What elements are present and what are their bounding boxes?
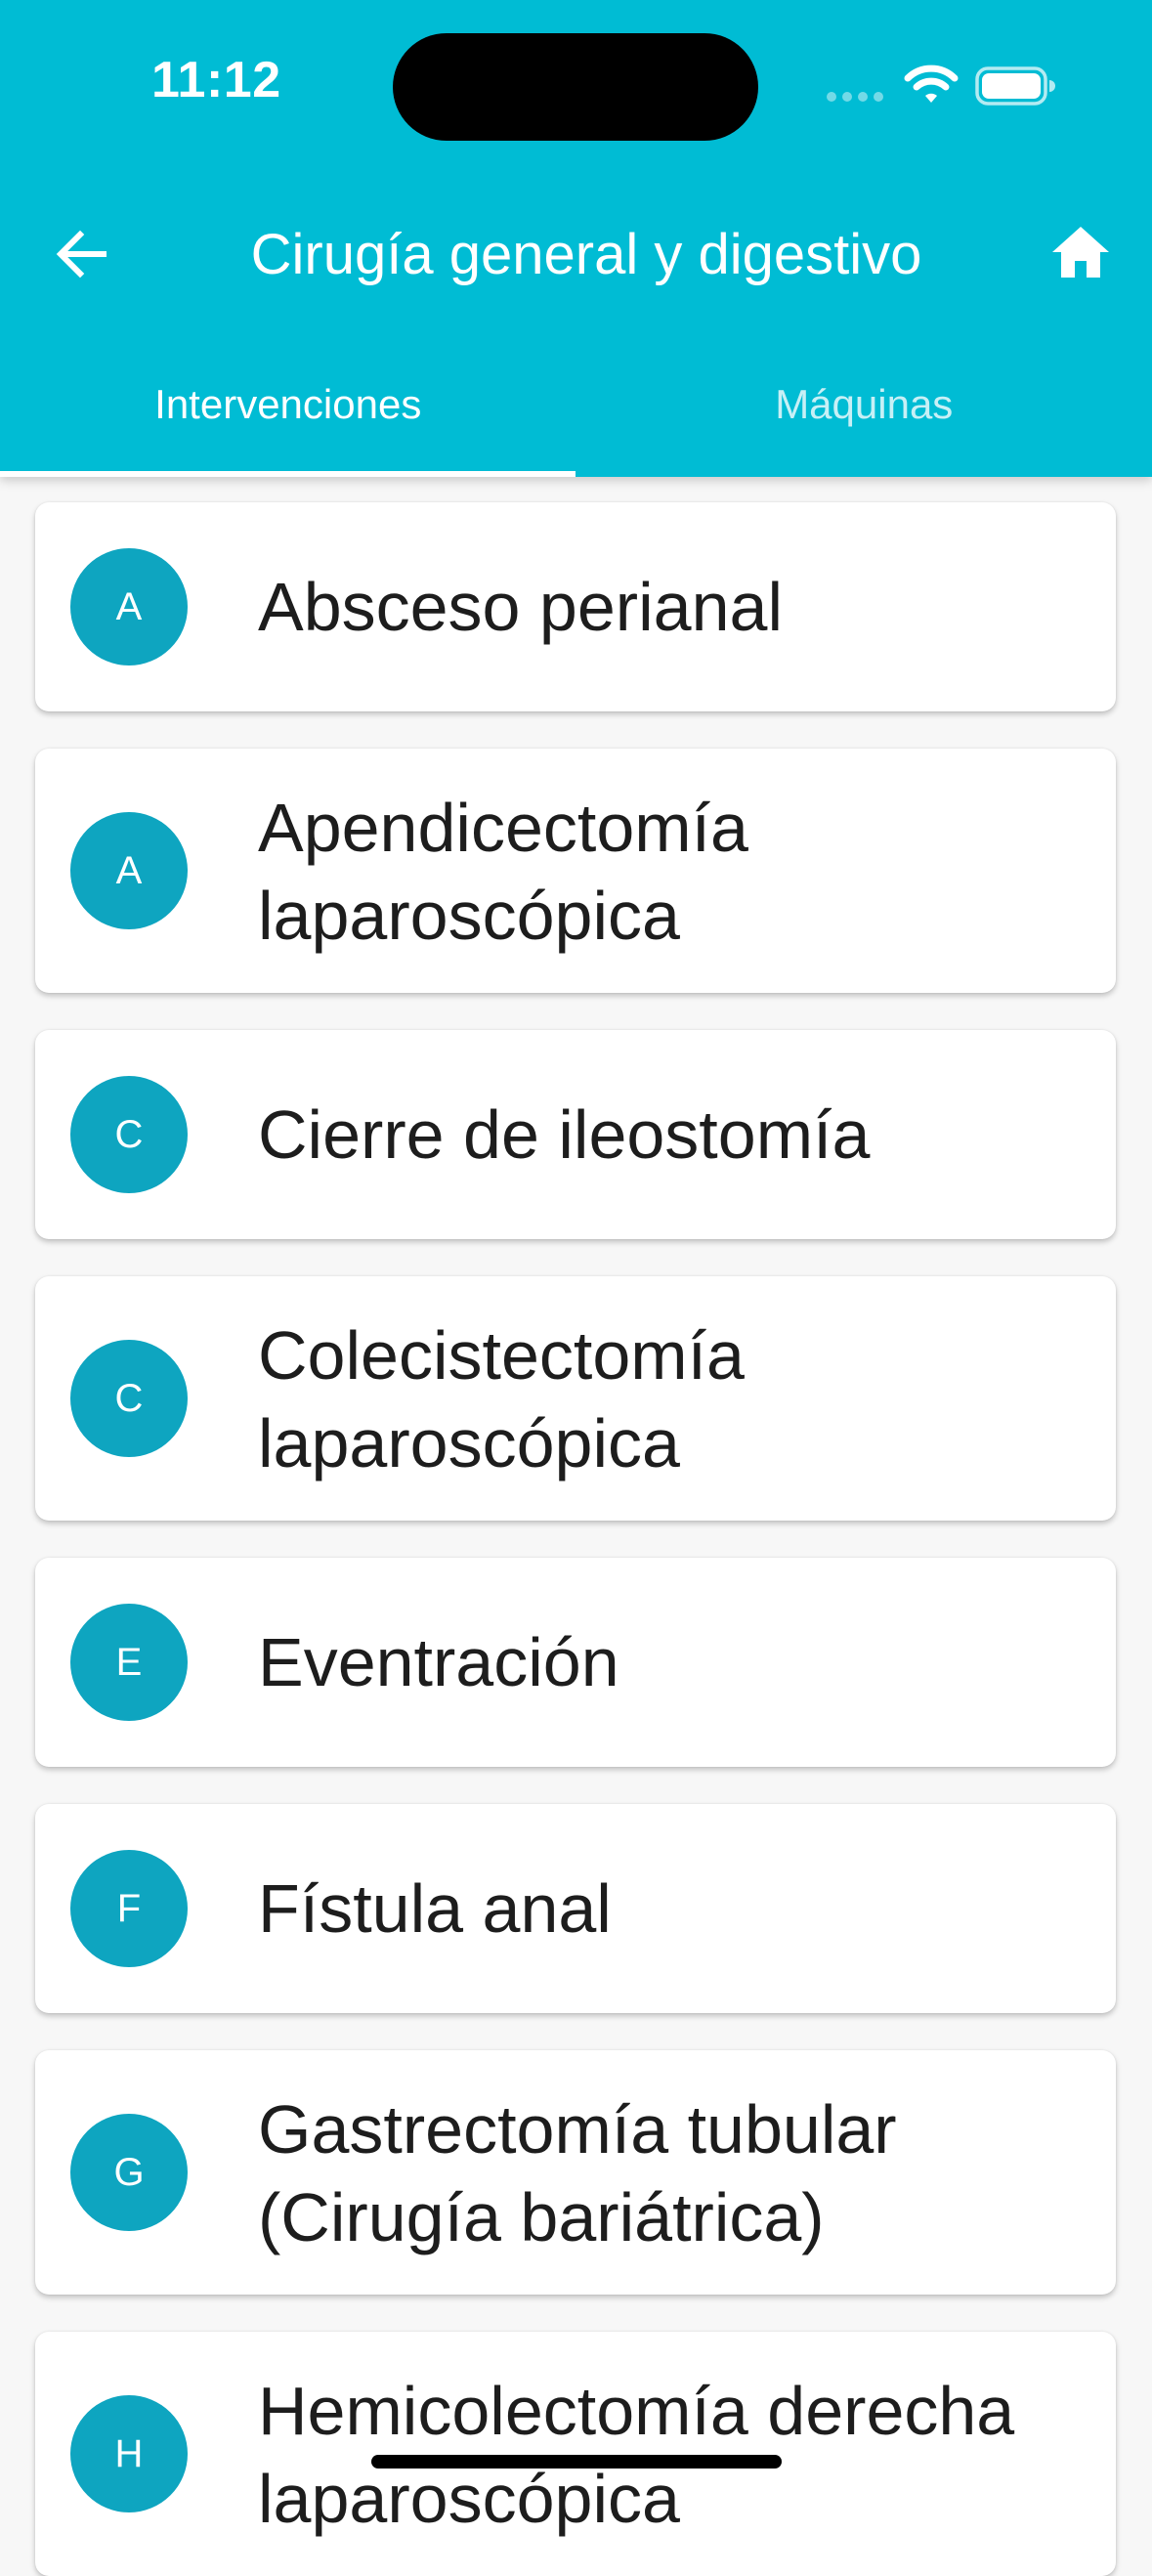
list-item-label: Eventración [258, 1618, 1079, 1706]
list-item-label: Colecistectomía laparoscópica [258, 1311, 1079, 1487]
initial-avatar: F [70, 1850, 188, 1967]
initial-avatar: G [70, 2114, 188, 2231]
list-item[interactable]: A Apendicectomía laparoscópica [35, 749, 1116, 993]
home-icon [1050, 225, 1111, 279]
list-item[interactable]: C Cierre de ileostomía [35, 1030, 1116, 1239]
list-item[interactable]: H Hemicolectomía derecha laparoscópica [35, 2332, 1116, 2576]
tab-maquinas[interactable]: Máquinas [576, 352, 1152, 477]
initial-avatar: E [70, 1604, 188, 1721]
status-time: 11:12 [151, 51, 281, 109]
home-button[interactable] [1040, 211, 1122, 293]
tab-bar: Intervenciones Máquinas [0, 352, 1152, 477]
tab-intervenciones[interactable]: Intervenciones [0, 352, 576, 477]
initial-avatar: H [70, 2395, 188, 2512]
list-item[interactable]: G Gastrectomía tubular (Cirugía bariátri… [35, 2050, 1116, 2295]
list-item-label: Absceso perianal [258, 563, 1079, 651]
cellular-signal-icon [827, 92, 883, 102]
wifi-icon [904, 63, 959, 110]
app-bar: 11:12 Cirugía general y digestivo Interv… [0, 0, 1152, 477]
list-item-label: Fístula anal [258, 1865, 1079, 1953]
initial-avatar: A [70, 812, 188, 929]
initial-avatar: C [70, 1076, 188, 1193]
initial-avatar: A [70, 548, 188, 665]
battery-icon [975, 64, 1055, 112]
home-indicator[interactable] [371, 2455, 782, 2469]
list-item-label: Cierre de ileostomía [258, 1091, 1079, 1179]
list-item[interactable]: F Fístula anal [35, 1804, 1116, 2013]
tab-indicator [0, 471, 576, 477]
list-item-label: Apendicectomía laparoscópica [258, 784, 1079, 960]
list-item[interactable]: E Eventración [35, 1558, 1116, 1767]
list-item[interactable]: C Colecistectomía laparoscópica [35, 1276, 1116, 1521]
list-item[interactable]: A Absceso perianal [35, 502, 1116, 711]
initial-avatar: C [70, 1340, 188, 1457]
dynamic-island [393, 33, 758, 141]
arrow-left-icon [55, 229, 109, 279]
list-item-label: Gastrectomía tubular (Cirugía bariátrica… [258, 2085, 1079, 2261]
page-title: Cirugía general y digestivo [186, 217, 987, 293]
back-button[interactable] [43, 209, 121, 299]
